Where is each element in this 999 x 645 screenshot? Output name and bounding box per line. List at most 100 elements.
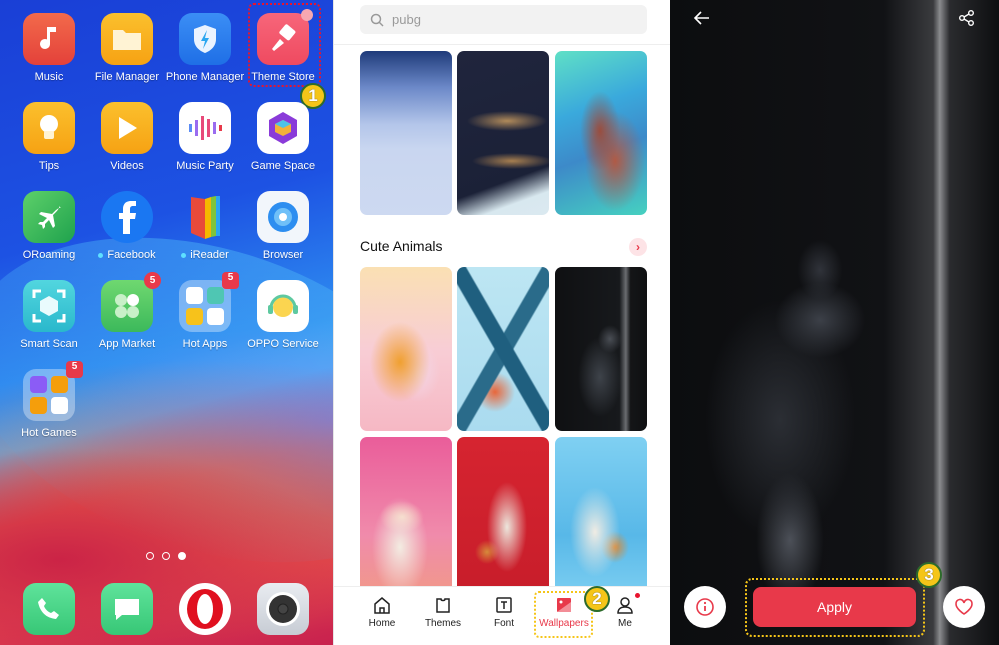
app-label: Smart Scan <box>20 338 78 350</box>
app-phone-manager[interactable]: Phone Manager <box>165 13 245 83</box>
phone-icon <box>23 583 75 635</box>
dock-messages[interactable] <box>87 583 167 635</box>
app-music[interactable]: Music <box>9 13 89 83</box>
wallpaper-thumb[interactable] <box>555 51 647 215</box>
app-label: App Market <box>98 338 156 350</box>
new-dot <box>181 252 187 258</box>
chevron-right-icon: › <box>636 240 640 254</box>
app-label: OPPO Service <box>247 338 319 350</box>
shirt-icon <box>413 595 473 615</box>
mini-app-icon <box>30 397 47 414</box>
nav-label: Themes <box>424 618 462 629</box>
home-screen: Music File Manager Phone Manager Theme S… <box>0 0 333 645</box>
page-indicator[interactable] <box>146 552 186 560</box>
wallpaper-thumb[interactable] <box>555 267 647 431</box>
app-oroaming[interactable]: ORoaming <box>9 191 89 261</box>
opera-icon <box>179 583 231 635</box>
dock-phone[interactable] <box>9 583 89 635</box>
callout-2: 2 <box>584 586 610 612</box>
app-file-manager[interactable]: File Manager <box>87 13 167 83</box>
app-label: Music <box>34 71 64 83</box>
play-icon <box>101 102 153 154</box>
nav-label: Font <box>493 618 514 629</box>
wallpaper-thumb[interactable] <box>360 51 452 215</box>
mini-app-icon <box>51 397 68 414</box>
folder-games-icon: 5 <box>23 361 83 421</box>
mini-app-icon <box>186 287 203 304</box>
book-icon <box>179 191 231 243</box>
app-oppo-service[interactable]: OPPO Service <box>243 280 323 350</box>
app-label: Tips <box>38 160 60 172</box>
page-dot[interactable] <box>162 552 170 560</box>
app-ireader[interactable]: iReader <box>165 191 245 261</box>
callout-3: 3 <box>916 562 942 588</box>
app-game-space[interactable]: Game Space <box>243 102 323 172</box>
dock-opera[interactable] <box>165 583 245 635</box>
mini-app-icon <box>207 308 224 325</box>
share-icon <box>959 10 974 26</box>
bottom-nav: Home Themes Font Wallpapers Me <box>334 586 670 645</box>
heart-icon <box>955 598 973 615</box>
app-label: Facebook <box>87 249 167 261</box>
wallpaper-thumb[interactable] <box>457 51 549 215</box>
app-label: File Manager <box>94 71 160 83</box>
favorite-button[interactable] <box>943 586 985 628</box>
app-hot-games[interactable]: 5 Hot Games <box>9 361 89 439</box>
app-label: Browser <box>262 249 304 261</box>
folder-icon <box>101 13 153 65</box>
wallpaper-thumb[interactable] <box>360 267 452 431</box>
wallpaper-thumb[interactable] <box>360 437 452 601</box>
wallpaper-thumb[interactable] <box>457 267 549 431</box>
clover-icon: 5 <box>101 272 161 332</box>
notification-dot <box>635 593 640 598</box>
page-dot-current[interactable] <box>178 552 186 560</box>
wallpaper-preview-screen <box>670 0 999 645</box>
mini-app-icon <box>51 376 68 393</box>
search-input[interactable]: pubg <box>360 5 647 34</box>
badge: 5 <box>66 361 83 378</box>
app-smart-scan[interactable]: Smart Scan <box>9 280 89 350</box>
back-button[interactable] <box>692 8 712 33</box>
font-icon <box>474 595 534 615</box>
nav-themes[interactable]: Themes <box>413 595 473 629</box>
nav-label: Home <box>368 618 396 629</box>
app-tips[interactable]: Tips <box>9 102 89 172</box>
mini-app-icon <box>30 376 47 393</box>
share-button[interactable] <box>958 9 976 32</box>
nav-font[interactable]: Font <box>474 595 534 629</box>
app-label: iReader <box>165 249 245 261</box>
nav-home[interactable]: Home <box>352 595 412 629</box>
wallpaper-image <box>670 0 999 645</box>
info-button[interactable] <box>684 586 726 628</box>
app-music-party[interactable]: Music Party <box>165 102 245 172</box>
browser-icon <box>257 191 309 243</box>
headset-icon <box>257 280 309 332</box>
section-more-button[interactable]: › <box>629 238 647 256</box>
mini-app-icon <box>186 308 203 325</box>
app-hot-apps[interactable]: 5 Hot Apps <box>165 272 245 350</box>
app-label: Hot Games <box>21 427 77 439</box>
info-icon <box>696 598 714 616</box>
highlight-apply <box>745 578 925 637</box>
scan-cube-icon <box>23 280 75 332</box>
wallpaper-thumb[interactable] <box>457 437 549 601</box>
divider <box>334 44 670 45</box>
search-icon <box>370 13 384 27</box>
page-dot[interactable] <box>146 552 154 560</box>
wallpaper-thumb[interactable] <box>555 437 647 601</box>
arrow-left-icon <box>693 11 709 25</box>
app-browser[interactable]: Browser <box>243 191 323 261</box>
dock-camera[interactable] <box>243 583 323 635</box>
app-videos[interactable]: Videos <box>87 102 167 172</box>
app-label: Hot Apps <box>182 338 228 350</box>
app-app-market[interactable]: 5 App Market <box>87 272 167 350</box>
cube-icon <box>257 102 309 154</box>
app-facebook[interactable]: Facebook <box>87 191 167 261</box>
section-title: Cute Animals <box>360 238 443 254</box>
mini-app-icon <box>207 287 224 304</box>
new-dot <box>98 252 104 258</box>
facebook-icon <box>101 191 153 243</box>
badge: 5 <box>144 272 161 289</box>
theme-store-screen: pubg Cute Animals › Home Themes Font Wal… <box>333 0 670 645</box>
folder-apps-icon: 5 <box>179 272 239 332</box>
